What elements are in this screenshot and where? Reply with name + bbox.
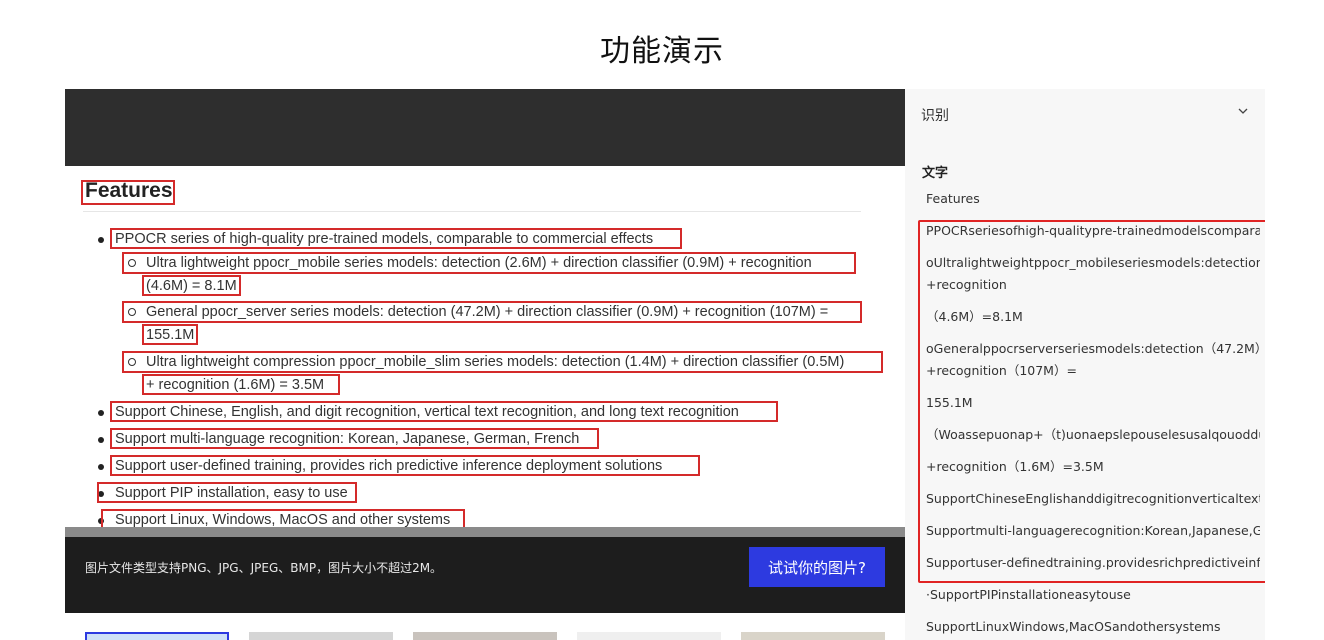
sample-thumbnails [85,632,905,640]
detection-box [101,509,465,528]
sample-thumbnail-2[interactable] [249,632,393,640]
result-line: Features [926,191,980,206]
bullet-icon [98,410,104,416]
sample-thumbnail-3[interactable] [413,632,557,640]
result-line: ·SupportPIPinstallationeasytouse [926,587,1131,602]
text-section-label: 文字 [922,166,949,181]
bullet-icon [98,237,104,243]
detection-box [110,228,682,249]
upload-hint: 图片文件类型支持PNG、JPG、JPEG、BMP，图片大小不超过2M。 [85,561,443,575]
bullet-icon [98,464,104,470]
detection-box [110,401,778,422]
detection-box [122,252,856,274]
heading-divider [83,211,861,212]
bullet-icon [98,437,104,443]
chevron-down-icon[interactable] [1238,106,1248,116]
detection-box [122,351,883,373]
detection-box [110,428,599,449]
image-scroll-strip [65,527,905,537]
detection-box [142,275,241,296]
page-title: 功能演示 [600,34,724,69]
demo-image-top-area [65,89,905,166]
detection-box [110,455,700,476]
result-panel-header[interactable]: 识别 [905,89,1265,139]
result-panel-title: 识别 [921,108,949,124]
sample-thumbnail-1[interactable] [85,632,229,640]
detection-box [142,374,340,395]
try-your-image-button[interactable]: 试试你的图片? [749,547,885,587]
result-panel: 识别 文字 Features PPOCRseriesofhigh-quality… [905,89,1265,640]
demo-document-image: Features PPOCR series of high-quality pr… [65,166,905,528]
result-selection-highlight [918,220,1265,583]
detection-box [142,324,198,345]
result-line: SupportLinuxWindows,MacOSandothersystems [926,619,1221,634]
demo-footer: 图片文件类型支持PNG、JPG、JPEG、BMP，图片大小不超过2M。 试试你的… [65,537,905,613]
sample-thumbnail-5[interactable] [741,632,885,640]
detection-box [122,301,862,323]
demo-panel: Features PPOCR series of high-quality pr… [65,89,905,613]
detection-box [97,482,357,503]
detection-box [81,180,175,205]
sample-thumbnail-4[interactable] [577,632,721,640]
